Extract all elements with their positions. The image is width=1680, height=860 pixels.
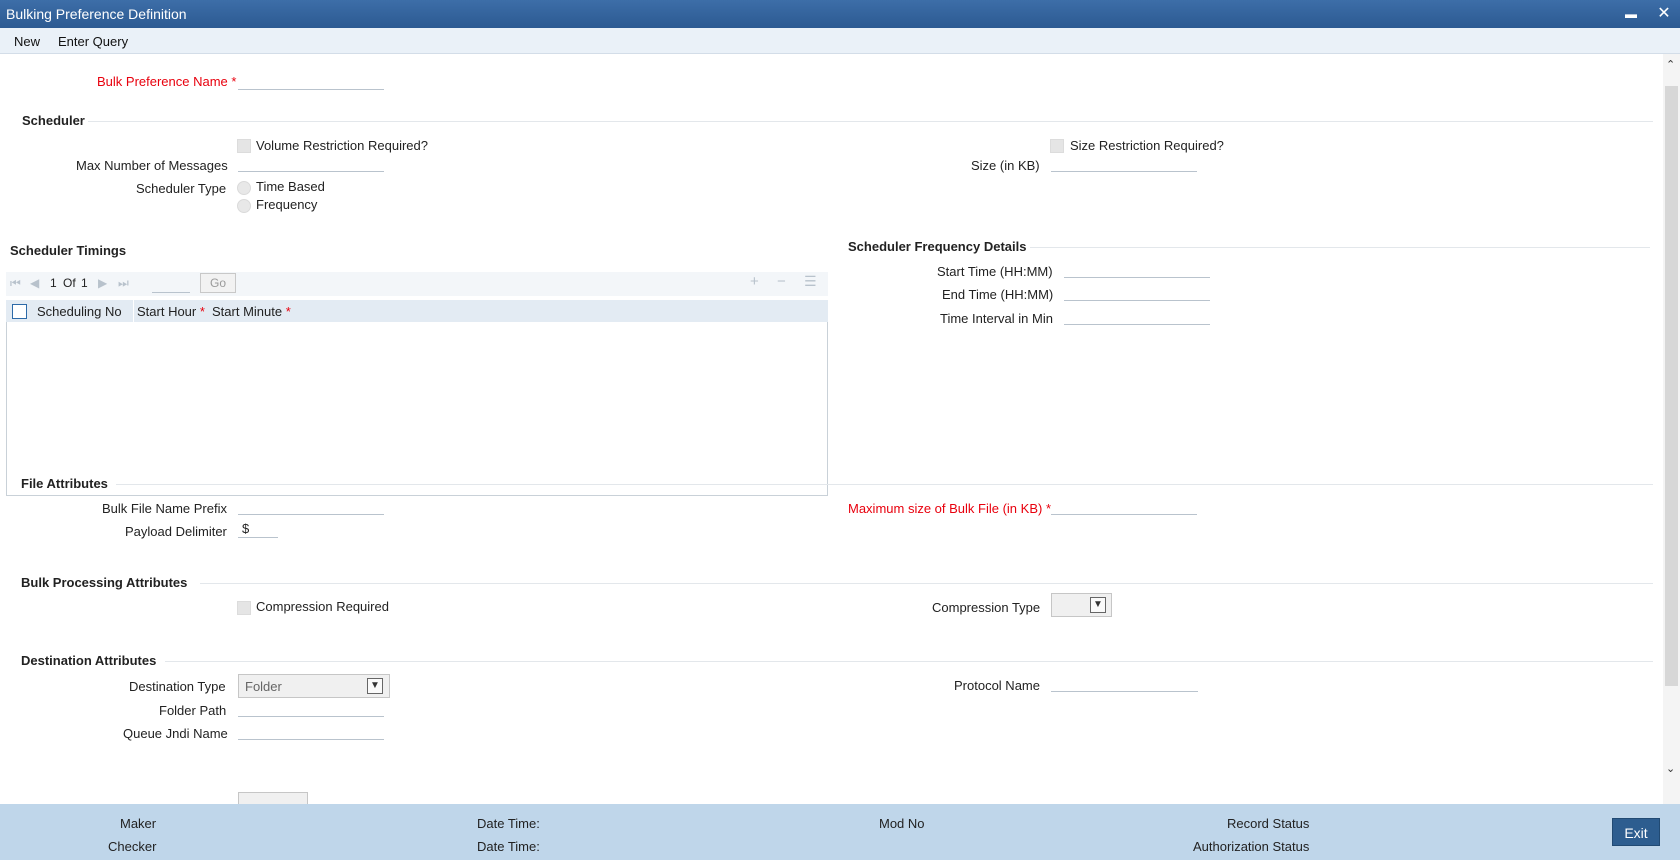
destination-type-select[interactable]: Folder ▼ [238,674,390,698]
col-start-minute[interactable]: Start Minute * [212,304,291,319]
page-number-input[interactable] [152,275,190,293]
menu-new[interactable]: New [14,34,40,49]
compression-required-checkbox[interactable] [237,601,251,615]
form-content: Bulk Preference Name * Scheduler Volume … [0,54,1663,804]
destination-attributes-title: Destination Attributes [21,653,157,668]
section-divider [1030,247,1650,248]
delete-row-icon[interactable]: − [777,273,786,290]
minimize-icon[interactable]: ▬ [1621,4,1641,24]
size-kb-input[interactable] [1051,154,1197,172]
page-of-label: Of [63,276,76,290]
compression-type-label: Compression Type [932,600,1041,615]
compression-type-select[interactable]: ▼ [1051,593,1112,617]
vertical-scrollbar[interactable]: ⌃ ⌄ [1663,54,1680,804]
menu-enter-query[interactable]: Enter Query [58,34,128,49]
add-row-icon[interactable]: + [750,273,759,290]
max-messages-input[interactable] [238,154,384,172]
time-interval-input[interactable] [1064,307,1210,325]
maker-date-time-label: Date Time: [477,816,540,831]
mod-no-label: Mod No [879,816,925,831]
destination-type-value: Folder [245,679,282,694]
exit-button[interactable]: Exit [1612,818,1660,846]
scheduler-timings-title: Scheduler Timings [10,243,127,258]
file-attributes-title: File Attributes [21,476,108,491]
compression-required-label: Compression Required [256,599,389,614]
scroll-up-icon[interactable]: ⌃ [1666,58,1675,71]
size-restriction-label: Size Restriction Required? [1070,138,1224,153]
time-based-label: Time Based [256,179,325,194]
payload-delimiter-input[interactable] [238,520,278,538]
section-divider [165,661,1653,662]
frequency-label: Frequency [256,197,318,212]
grid-header: Scheduling No Start Hour * Start Minute … [6,300,828,322]
scheduler-type-label: Scheduler Type [136,181,227,196]
title-bar: Bulking Preference Definition ▬ ✕ [0,0,1680,28]
end-time-input[interactable] [1064,283,1210,301]
queue-jndi-input[interactable] [238,722,384,740]
scrollbar-thumb[interactable] [1665,86,1678,686]
bulk-preference-name-label: Bulk Preference Name * [97,74,237,89]
chevron-down-icon: ▼ [1090,597,1106,613]
protocol-name-label: Protocol Name [954,678,1040,693]
col-divider [133,300,134,322]
max-bulk-size-label: Maximum size of Bulk File (in KB) * [848,501,1052,516]
scheduler-timings-grid [6,300,828,496]
record-status-label: Record Status [1227,816,1310,831]
folder-path-input[interactable] [238,699,384,717]
bulk-file-prefix-label: Bulk File Name Prefix [102,501,227,516]
page-current: 1 [50,276,57,290]
frequency-radio[interactable] [237,199,251,213]
window-title: Bulking Preference Definition [6,6,187,22]
go-button[interactable]: Go [200,273,236,293]
grid-toolbar: ⏮ ◀ 1 Of 1 ▶ ⏭ + − ☰ [6,272,828,296]
next-page-icon[interactable]: ▶ [98,276,107,290]
authorization-status-label: Authorization Status [1193,839,1310,854]
size-restriction-checkbox[interactable] [1050,139,1064,153]
checker-date-time-label: Date Time: [477,839,540,854]
start-time-input[interactable] [1064,260,1210,278]
max-messages-label: Max Number of Messages [76,158,228,173]
scroll-down-icon[interactable]: ⌄ [1666,762,1675,775]
first-page-icon[interactable]: ⏮ [10,276,21,291]
max-bulk-size-input[interactable] [1051,497,1197,515]
time-interval-label: Time Interval in Min [940,311,1053,326]
volume-restriction-checkbox[interactable] [237,139,251,153]
section-divider [116,484,1653,485]
frequency-details-title: Scheduler Frequency Details [848,239,1027,254]
volume-restriction-label: Volume Restriction Required? [256,138,428,153]
section-divider [88,121,1653,122]
chevron-down-icon: ▼ [367,678,383,694]
col-scheduling-no[interactable]: Scheduling No [37,304,122,319]
folder-path-label: Folder Path [159,703,227,718]
partial-field-below [238,792,308,804]
scheduler-section-title: Scheduler [22,113,85,128]
last-page-icon[interactable]: ⏭ [118,276,129,291]
menu-bar: New Enter Query [0,28,1680,54]
bulk-preference-name-input[interactable] [238,72,384,90]
bulk-file-prefix-input[interactable] [238,497,384,515]
select-all-checkbox[interactable] [12,304,27,319]
destination-type-label: Destination Type [129,679,226,694]
payload-delimiter-label: Payload Delimiter [125,524,227,539]
checker-label: Checker [108,839,157,854]
section-divider [200,583,1653,584]
start-time-label: Start Time (HH:MM) [937,264,1053,279]
size-kb-label: Size (in KB) [971,158,1040,173]
bulking-preference-window: Bulking Preference Definition ▬ ✕ New En… [0,0,1680,860]
prev-page-icon[interactable]: ◀ [30,276,39,290]
end-time-label: End Time (HH:MM) [942,287,1054,302]
bulk-processing-title: Bulk Processing Attributes [21,575,188,590]
queue-jndi-label: Queue Jndi Name [123,726,228,741]
protocol-name-input[interactable] [1051,674,1198,692]
close-icon[interactable]: ✕ [1654,4,1674,24]
single-view-icon[interactable]: ☰ [804,273,817,290]
maker-label: Maker [120,816,157,831]
audit-footer: Maker Checker Date Time: Date Time: Mod … [0,804,1680,860]
col-start-hour[interactable]: Start Hour * [137,304,205,319]
page-total: 1 [81,276,88,290]
time-based-radio[interactable] [237,181,251,195]
